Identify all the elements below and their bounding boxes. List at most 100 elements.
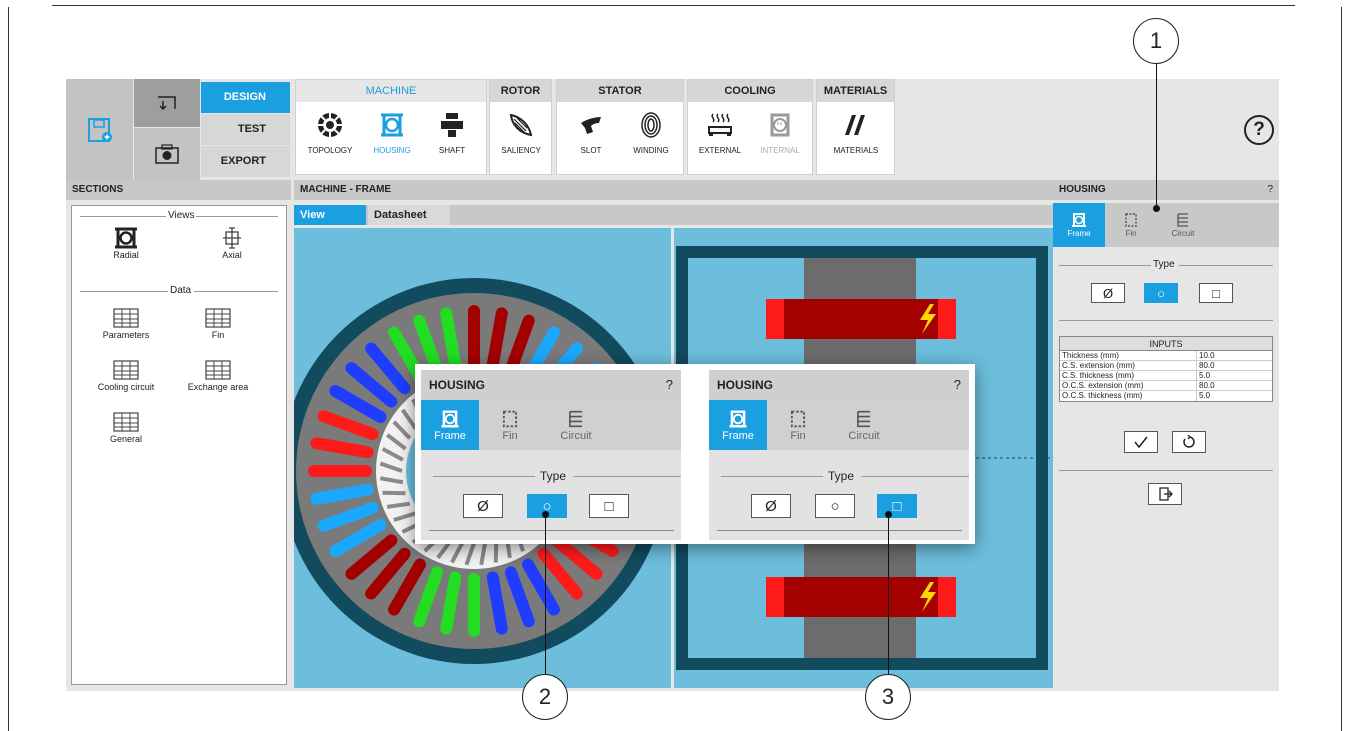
- internal-cooling-icon: [770, 113, 790, 137]
- type-option-none[interactable]: Ø: [751, 494, 791, 518]
- group-rotor: ROTOR SALIENCY: [489, 79, 552, 175]
- saliency-icon: [509, 113, 533, 137]
- screenshot-button[interactable]: [134, 128, 200, 180]
- inputs-title: INPUTS: [1060, 337, 1272, 351]
- tab-fin[interactable]: Fin: [769, 400, 827, 450]
- axial-view-icon: [223, 227, 241, 249]
- group-cooling: COOLING EXTERNAL INTERNAL: [687, 79, 813, 175]
- saliency-button[interactable]: SALIENCY: [493, 110, 549, 155]
- fin-icon: [1125, 213, 1137, 227]
- mode-design[interactable]: DESIGN: [201, 82, 290, 113]
- tab-frame[interactable]: Frame: [421, 400, 479, 450]
- housing-panel-zoom-round: HOUSING ? Frame Fin Circuit Type Ø ○ □: [421, 370, 681, 540]
- type-option-square[interactable]: □: [1199, 283, 1233, 303]
- thickness-field[interactable]: 10.0: [1197, 351, 1215, 360]
- group-machine-title: MACHINE: [296, 80, 486, 102]
- tab-datasheet[interactable]: Datasheet: [368, 205, 450, 225]
- group-cooling-title: COOLING: [688, 80, 812, 102]
- housing-panel-zoom-square: HOUSING ? Frame Fin Circuit Type Ø ○ □: [709, 370, 969, 540]
- table-icon: [205, 308, 231, 328]
- callout-3: 3: [865, 674, 911, 720]
- tab-circuit[interactable]: Circuit: [1157, 203, 1209, 247]
- internal-cooling-button[interactable]: INTERNAL: [752, 110, 808, 155]
- zoom-panel-tabs: Frame Fin Circuit: [709, 400, 969, 450]
- fin-icon: [790, 410, 806, 428]
- tab-fin-label: Fin: [1125, 229, 1137, 238]
- sections-item-axial[interactable]: Axial: [192, 226, 272, 260]
- reset-button[interactable]: [1172, 431, 1206, 453]
- zoom-panel-title: HOUSING: [717, 378, 774, 392]
- external-cooling-icon: [708, 113, 732, 136]
- tab-fin[interactable]: Fin: [1105, 203, 1157, 247]
- zoom-panel-help[interactable]: ?: [954, 370, 961, 400]
- table-row: C.S. thickness (mm) 5.0: [1060, 371, 1272, 381]
- tab-frame-label: Frame: [1067, 229, 1091, 238]
- table-icon: [113, 360, 139, 380]
- type-option-none[interactable]: Ø: [1091, 283, 1125, 303]
- topology-button[interactable]: TOPOLOGY: [302, 110, 358, 155]
- zoom-panel-header: HOUSING ?: [421, 370, 681, 400]
- materials-label: MATERIALS: [833, 146, 879, 155]
- tab-view[interactable]: View: [294, 205, 366, 225]
- zoom-panel-tabs: Frame Fin Circuit: [421, 400, 681, 450]
- type-option-round[interactable]: ○: [815, 494, 855, 518]
- winding-icon: [641, 112, 661, 138]
- radial-label: Radial: [113, 250, 139, 260]
- sections-item-cooling-circuit[interactable]: Cooling circuit: [86, 358, 166, 392]
- type-option-round[interactable]: ○: [1144, 283, 1178, 303]
- undo-button[interactable]: [134, 79, 200, 127]
- views-label: Views: [166, 210, 197, 221]
- sections-panel: Views Radial Axial Data Parameters Fin C…: [71, 205, 287, 685]
- tab-fin[interactable]: Fin: [481, 400, 539, 450]
- shaft-button[interactable]: SHAFT: [424, 110, 480, 155]
- group-materials-title: MATERIALS: [817, 80, 894, 102]
- group-materials: MATERIALS MATERIALS: [816, 79, 895, 175]
- slot-button[interactable]: SLOT: [563, 110, 619, 155]
- housing-icon: [381, 113, 403, 137]
- type-option-square[interactable]: □: [877, 494, 917, 518]
- housing-panel-tabs: Frame Fin Circuit: [1053, 203, 1279, 247]
- type-label: Type: [1153, 259, 1175, 270]
- circuit-icon: [569, 410, 583, 428]
- winding-button[interactable]: WINDING: [623, 110, 679, 155]
- callout-2-dot: [542, 511, 549, 518]
- radial-view-icon: [115, 227, 137, 249]
- help-button[interactable]: ?: [1244, 115, 1274, 145]
- cs-extension-field[interactable]: 80.0: [1197, 361, 1215, 370]
- ocs-extension-field[interactable]: 80.0: [1197, 381, 1215, 390]
- sections-item-radial[interactable]: Radial: [86, 226, 166, 260]
- type-option-none[interactable]: Ø: [463, 494, 503, 518]
- internal-cooling-label: INTERNAL: [760, 146, 800, 155]
- data-label: Data: [168, 285, 194, 296]
- export-button[interactable]: [1148, 483, 1182, 505]
- mode-export[interactable]: EXPORT: [201, 146, 290, 177]
- materials-button[interactable]: MATERIALS: [828, 110, 884, 155]
- external-cooling-button[interactable]: EXTERNAL: [692, 110, 748, 155]
- view-tabs: View Datasheet: [294, 205, 1053, 225]
- general-label: General: [109, 434, 143, 444]
- tab-frame[interactable]: Frame: [1053, 203, 1105, 247]
- zoom-type-divider: Type: [433, 470, 681, 482]
- circuit-icon: [857, 410, 871, 428]
- tab-circuit[interactable]: Circuit: [833, 400, 895, 450]
- zoom-panel-help[interactable]: ?: [666, 370, 673, 400]
- ocs-thickness-field[interactable]: 5.0: [1197, 391, 1210, 401]
- save-button[interactable]: [66, 79, 133, 180]
- undo-icon: [158, 96, 176, 111]
- callout-3-dot: [885, 511, 892, 518]
- sections-item-exchange-area[interactable]: Exchange area: [178, 358, 258, 392]
- sections-item-parameters[interactable]: Parameters: [86, 306, 166, 340]
- mode-test[interactable]: TEST: [201, 114, 290, 145]
- cs-thickness-field[interactable]: 5.0: [1197, 371, 1210, 380]
- axial-label: Axial: [222, 250, 242, 260]
- housing-button[interactable]: HOUSING: [364, 110, 420, 155]
- sections-item-general[interactable]: General: [86, 410, 166, 444]
- housing-panel-help[interactable]: ?: [1267, 180, 1273, 200]
- type-option-square[interactable]: □: [589, 494, 629, 518]
- table-icon: [205, 360, 231, 380]
- tab-circuit[interactable]: Circuit: [545, 400, 607, 450]
- apply-button[interactable]: [1124, 431, 1158, 453]
- tab-frame[interactable]: Frame: [709, 400, 767, 450]
- table-icon: [113, 308, 139, 328]
- sections-item-fin[interactable]: Fin: [178, 306, 258, 340]
